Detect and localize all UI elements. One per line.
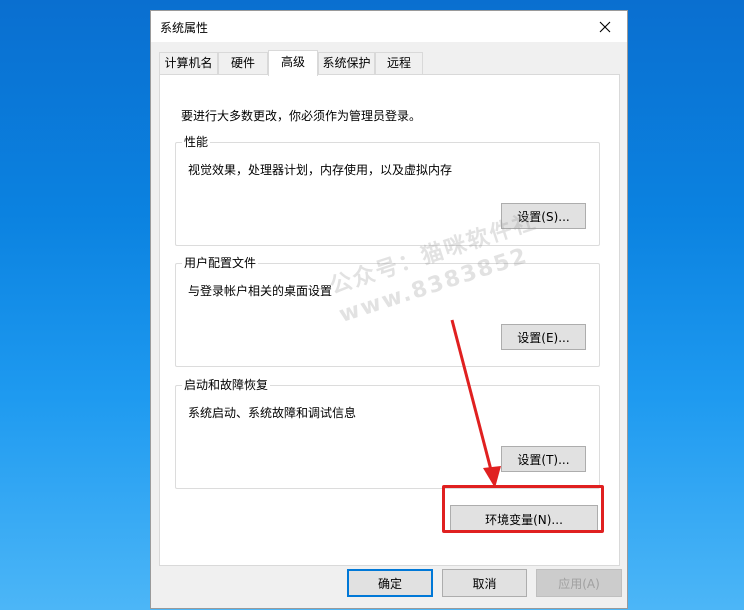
tab-hardware[interactable]: 硬件 bbox=[218, 52, 268, 74]
tab-advanced[interactable]: 高级 bbox=[268, 50, 318, 76]
tab-system-protection[interactable]: 系统保护 bbox=[318, 52, 375, 74]
user-profiles-settings-button[interactable]: 设置(E)... bbox=[501, 324, 586, 350]
user-profiles-group-title: 用户配置文件 bbox=[182, 255, 259, 271]
tab-computer-name[interactable]: 计算机名 bbox=[159, 52, 218, 74]
user-profiles-desc: 与登录帐户相关的桌面设置 bbox=[188, 284, 333, 298]
performance-desc: 视觉效果，处理器计划，内存使用，以及虚拟内存 bbox=[188, 163, 453, 177]
title-bar: 系统属性 bbox=[151, 11, 627, 42]
performance-settings-button[interactable]: 设置(S)... bbox=[501, 203, 586, 229]
apply-button[interactable]: 应用(A) bbox=[536, 569, 622, 597]
user-profiles-group: 用户配置文件 与登录帐户相关的桌面设置 设置(E)... bbox=[175, 255, 600, 367]
cancel-button[interactable]: 取消 bbox=[442, 569, 527, 597]
startup-recovery-group-title: 启动和故障恢复 bbox=[182, 377, 271, 393]
close-button[interactable] bbox=[583, 11, 627, 42]
advanced-tab-panel: 要进行大多数更改，你必须作为管理员登录。 性能 视觉效果，处理器计划，内存使用，… bbox=[159, 74, 620, 566]
admin-notice: 要进行大多数更改，你必须作为管理员登录。 bbox=[181, 109, 422, 123]
performance-group-title: 性能 bbox=[182, 134, 211, 150]
close-icon bbox=[599, 21, 611, 32]
system-properties-dialog: 系统属性 计算机名 硬件 高级 系统保护 远程 要进行大多数更改，你必须作为管理… bbox=[150, 10, 628, 609]
environment-variables-button[interactable]: 环境变量(N)... bbox=[450, 505, 598, 533]
ok-button[interactable]: 确定 bbox=[347, 569, 433, 597]
dialog-title: 系统属性 bbox=[160, 21, 209, 35]
tab-remote[interactable]: 远程 bbox=[375, 52, 423, 74]
startup-recovery-settings-button[interactable]: 设置(T)... bbox=[501, 446, 586, 472]
performance-group: 性能 视觉效果，处理器计划，内存使用，以及虚拟内存 设置(S)... bbox=[175, 134, 600, 246]
startup-recovery-desc: 系统启动、系统故障和调试信息 bbox=[188, 406, 357, 420]
startup-recovery-group: 启动和故障恢复 系统启动、系统故障和调试信息 设置(T)... bbox=[175, 377, 600, 489]
